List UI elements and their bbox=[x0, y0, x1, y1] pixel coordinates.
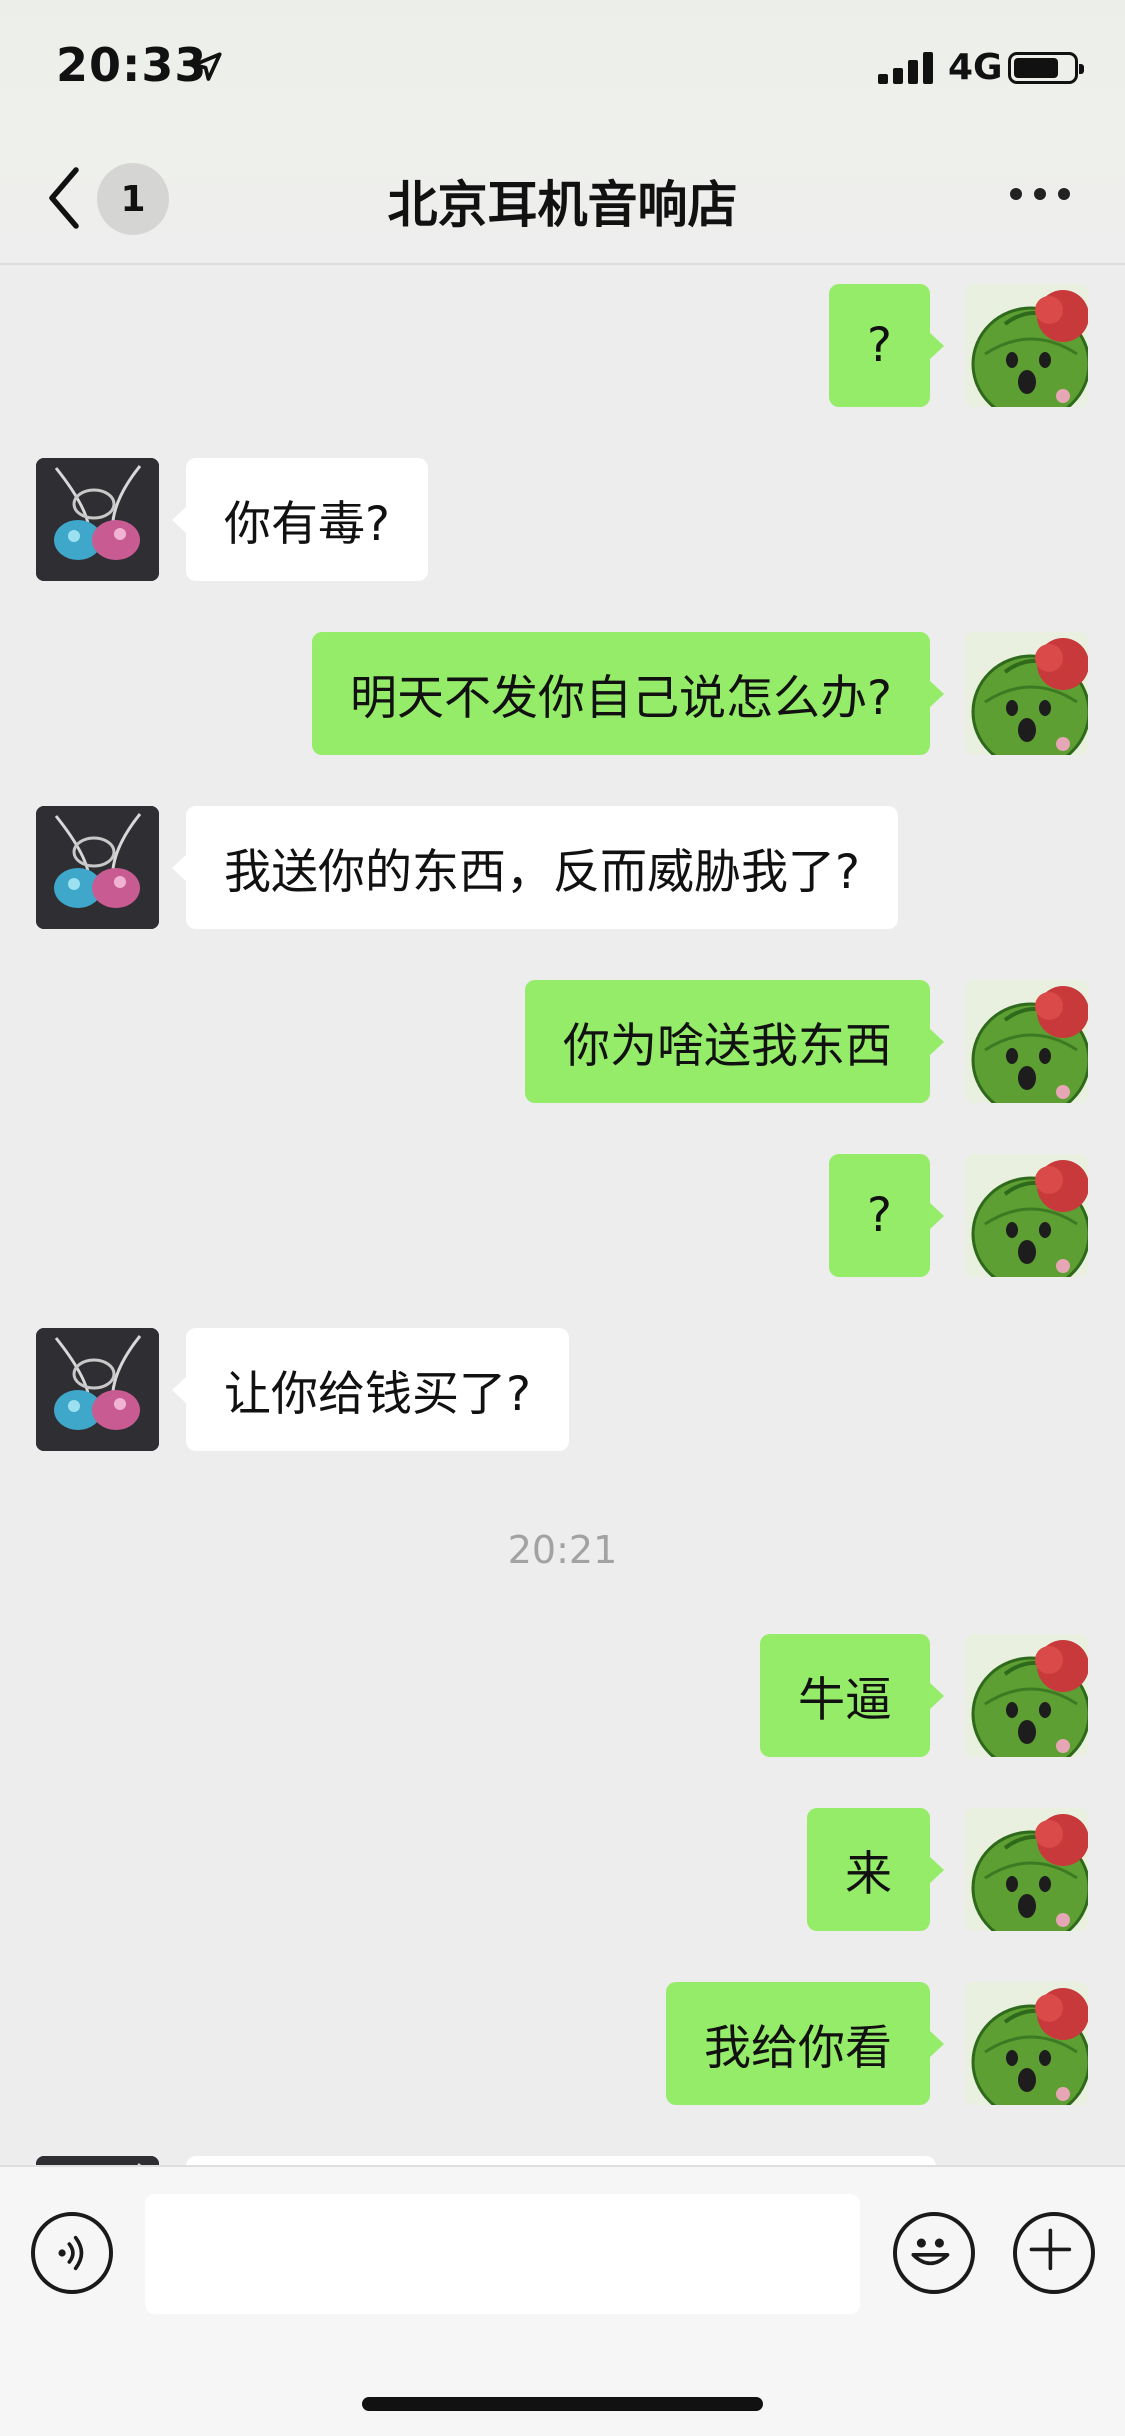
message-bubble-sent[interactable]: 来 bbox=[807, 1808, 944, 1931]
message-bubble-sent[interactable]: ? bbox=[829, 284, 944, 407]
more-dots-icon[interactable] bbox=[1010, 188, 1070, 208]
message-bubble-sent[interactable]: 牛逼 bbox=[760, 1634, 944, 1757]
plus-icon[interactable] bbox=[1013, 2212, 1095, 2294]
signal-icon bbox=[878, 52, 938, 84]
message-input[interactable] bbox=[145, 2194, 860, 2314]
my-avatar[interactable] bbox=[965, 1808, 1088, 1931]
my-avatar[interactable] bbox=[965, 1634, 1088, 1757]
chat-title: 北京耳机音响店 bbox=[387, 176, 738, 234]
voice-icon[interactable] bbox=[31, 2212, 113, 2294]
message-bubble-received[interactable]: 你有毒? bbox=[172, 458, 428, 581]
location-arrow-icon bbox=[192, 52, 222, 81]
battery-icon bbox=[1008, 52, 1084, 84]
my-avatar[interactable] bbox=[965, 284, 1088, 407]
message-timestamp: 20:21 bbox=[507, 1528, 618, 1572]
top-bar: 20:33 4G 1 北京耳机音响店 bbox=[0, 0, 1125, 265]
message-bubble-sent[interactable]: 你为啥送我东西 bbox=[525, 980, 944, 1103]
chat-screen: 20:33 4G 1 北京耳机音响店 ? 你有毒? 明天不发你自己说怎么办? 我… bbox=[0, 0, 1125, 2436]
contact-avatar[interactable] bbox=[36, 458, 159, 581]
input-bar bbox=[0, 2165, 1125, 2436]
message-bubble-sent[interactable]: 我给你看 bbox=[666, 1982, 944, 2105]
message-bubble-sent[interactable]: 明天不发你自己说怎么办? bbox=[312, 632, 944, 755]
home-indicator[interactable] bbox=[362, 2397, 763, 2411]
my-avatar[interactable] bbox=[965, 632, 1088, 755]
message-bubble-sent[interactable]: ? bbox=[829, 1154, 944, 1277]
status-time: 20:33 bbox=[56, 38, 208, 92]
my-avatar[interactable] bbox=[965, 1154, 1088, 1277]
my-avatar[interactable] bbox=[965, 1982, 1088, 2105]
contact-avatar[interactable] bbox=[36, 1328, 159, 1451]
emoji-icon[interactable] bbox=[893, 2212, 975, 2294]
contact-avatar[interactable] bbox=[36, 806, 159, 929]
my-avatar[interactable] bbox=[965, 980, 1088, 1103]
message-bubble-received[interactable]: 我送你的东西，反而威胁我了? bbox=[172, 806, 898, 929]
message-bubble-received[interactable]: 让你给钱买了? bbox=[172, 1328, 569, 1451]
network-type: 4G bbox=[948, 47, 1003, 88]
